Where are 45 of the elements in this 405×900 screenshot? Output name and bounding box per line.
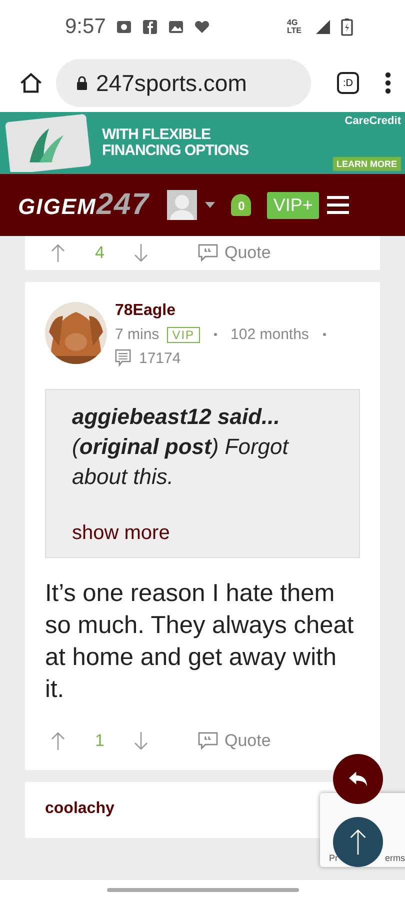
lock-icon [76,76,88,90]
camera-icon [116,19,132,35]
quote-icon [198,732,218,750]
comment-icon [115,349,131,367]
arrow-up-icon [349,828,367,856]
downvote-icon[interactable] [134,243,148,263]
url-text: 247sports.com [96,70,247,96]
home-icon[interactable] [18,70,44,96]
heart-icon [194,19,210,35]
site-logo[interactable]: GIGEM247 [18,188,150,222]
network-label: 4G LTE [287,19,303,35]
caret-icon[interactable] [205,202,216,208]
downvote-icon[interactable] [134,731,148,751]
status-time: 9:57 [65,15,106,39]
signal-icon [315,19,331,35]
vote-count: 1 [95,731,104,751]
facebook-icon [142,19,158,35]
address-bar[interactable]: 247sports.com [56,59,311,107]
quote-button[interactable]: Quote [192,730,277,752]
quote-icon [198,244,218,262]
upvote-icon[interactable] [51,731,65,751]
menu-icon[interactable] [326,195,349,215]
more-menu-icon[interactable] [385,71,391,95]
tab-switcher-button[interactable]: :D [337,72,359,94]
quoted-text: aggiebeast12 said... (original post) Forgot about this. [72,403,290,491]
member-tenure: 102 months [230,326,309,343]
separator-dot [214,333,217,336]
reply-icon [347,770,369,788]
battery-icon [341,18,353,36]
upvote-icon[interactable] [51,243,65,263]
post-count: 17174 [139,350,181,366]
privacy-link[interactable]: Pr [329,853,338,863]
ad-headline: WITH FLEXIBLE FINANCING OPTIONS [102,127,250,159]
author-name[interactable]: 78Eagle [115,302,332,320]
terms-link[interactable]: erms [385,853,405,863]
brand-label: CareCredit [344,115,401,127]
post-time: 7 mins [115,326,160,343]
separator-dot [322,333,326,336]
author-name[interactable]: coolachy [45,800,114,817]
show-more-link[interactable]: show more [72,522,333,545]
vote-count: 4 [95,243,104,263]
post-body: It’s one reason I hate them so much. They always cheat at home and get away with it. [45,579,355,705]
image-icon [168,19,184,35]
quote-button[interactable]: Quote [192,242,277,264]
vip-badge: VIP [167,326,200,342]
